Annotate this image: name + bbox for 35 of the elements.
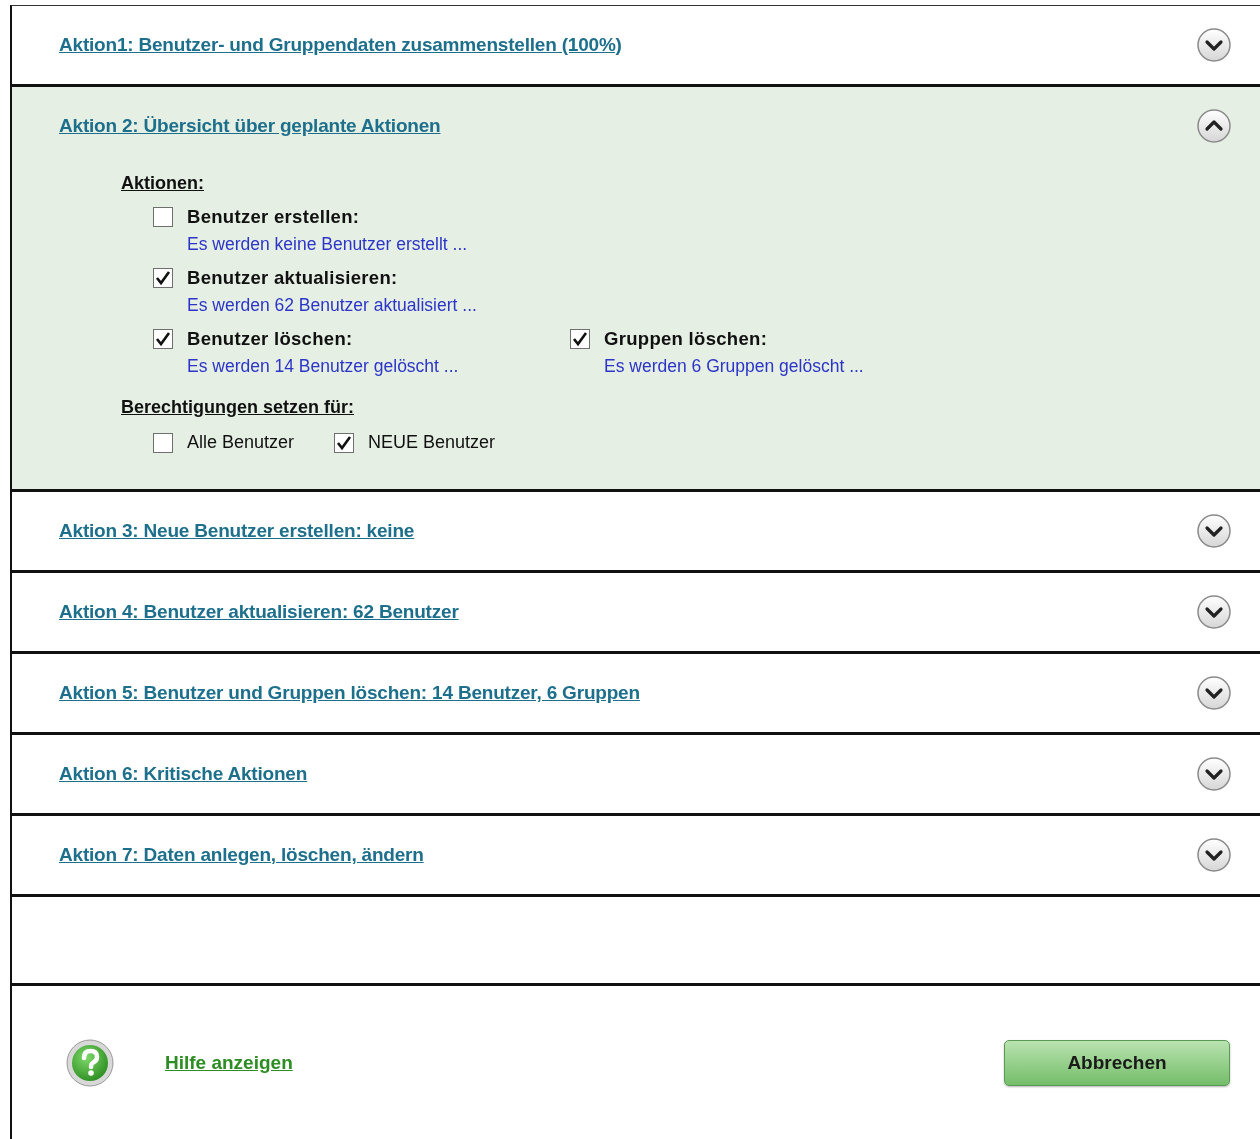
checkbox-label: Benutzer erstellen: [187, 206, 360, 228]
checkbox[interactable] [153, 207, 173, 227]
action-description: Es werden 14 Benutzer gelöscht ... [187, 356, 460, 377]
checkbox[interactable] [570, 329, 590, 349]
group-heading: Berechtigungen setzen für: [121, 397, 356, 418]
checkbox-label: NEUE Benutzer [368, 432, 496, 453]
expand-icon[interactable] [1196, 675, 1232, 711]
section-link[interactable]: Aktion1: Benutzer- und Gruppendaten zusammenstellen (100%) [59, 34, 622, 56]
checkbox[interactable] [153, 268, 173, 288]
checkbox[interactable] [153, 329, 173, 349]
expand-icon[interactable] [1196, 756, 1232, 792]
section-link[interactable]: Aktion 2: Übersicht über geplante Aktionen [59, 115, 441, 137]
cancel-button[interactable]: Abbrechen [1004, 1039, 1230, 1086]
expand-icon[interactable] [1196, 837, 1232, 873]
group-heading: Aktionen: [121, 173, 205, 194]
help-icon[interactable] [65, 1037, 115, 1088]
checkbox[interactable] [334, 432, 355, 453]
checkbox-label: Gruppen löschen: [604, 328, 768, 350]
help-link[interactable]: Hilfe anzeigen [165, 1051, 293, 1074]
action-description: Es werden 6 Gruppen gelöscht ... [604, 356, 865, 377]
checkbox[interactable] [153, 432, 173, 453]
action-description: Es werden keine Benutzer erstellt ... [187, 234, 469, 255]
expand-icon[interactable] [1196, 27, 1232, 63]
section-link[interactable]: Aktion 6: Kritische Aktionen [59, 763, 308, 785]
checkbox-label: Benutzer löschen: [187, 328, 353, 350]
expand-icon[interactable] [1196, 594, 1232, 630]
expand-icon[interactable] [1196, 513, 1232, 549]
checkbox-label: Benutzer aktualisieren: [187, 267, 398, 289]
section-link[interactable]: Aktion 7: Daten anlegen, löschen, ändern [59, 844, 424, 866]
section-link[interactable]: Aktion 4: Benutzer aktualisieren: 62 Benutzer [59, 601, 459, 623]
action-description: Es werden 62 Benutzer aktualisiert ... [187, 295, 478, 316]
section-link[interactable]: Aktion 5: Benutzer und Gruppen löschen: 14 Benutzer, 6 Gruppen [59, 682, 640, 704]
collapse-icon[interactable] [1196, 108, 1232, 144]
section-link[interactable]: Aktion 3: Neue Benutzer erstellen: keine [59, 520, 415, 542]
checkbox-label: Alle Benutzer [187, 432, 295, 453]
